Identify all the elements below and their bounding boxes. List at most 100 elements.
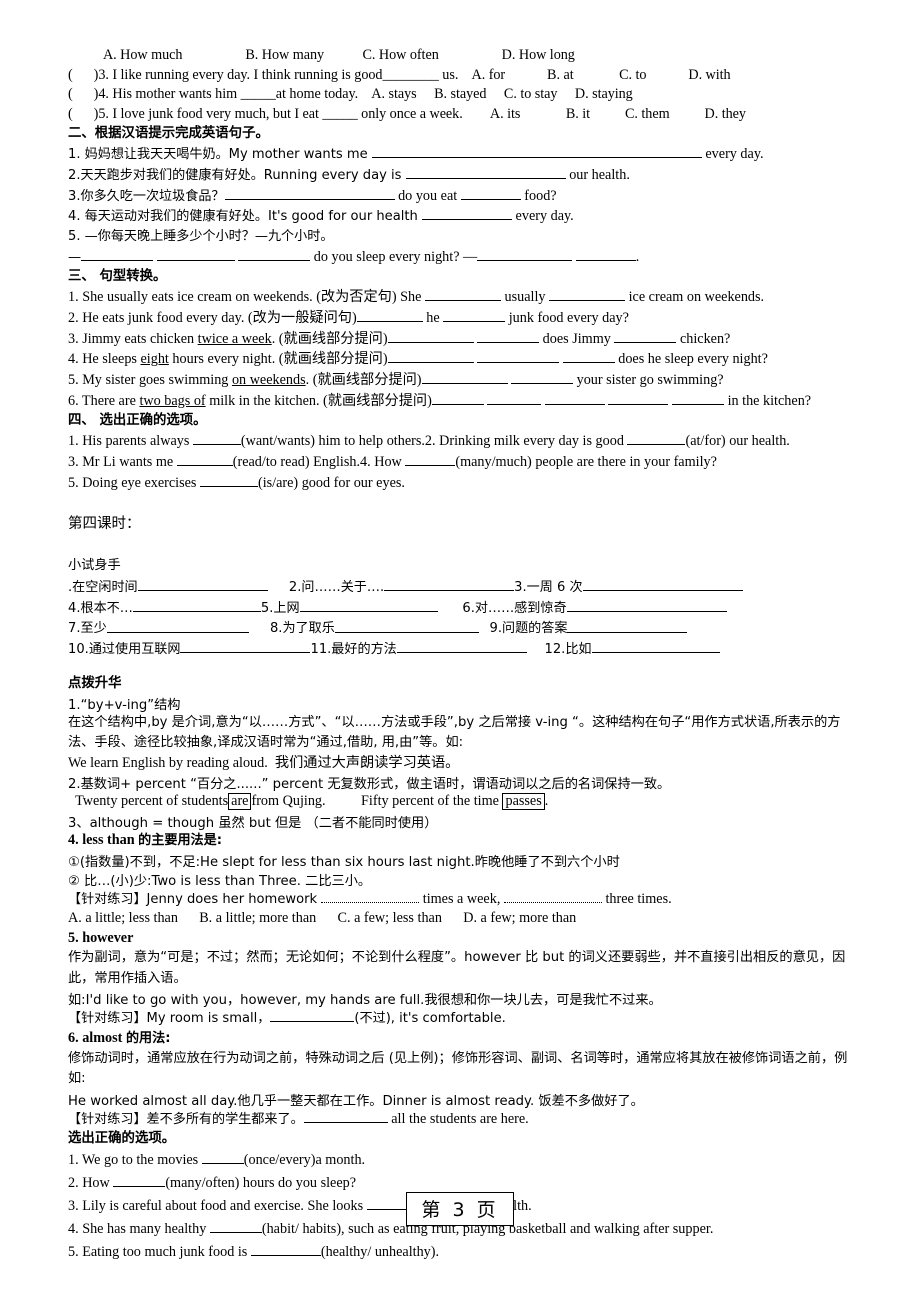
blank[interactable]	[113, 1173, 166, 1188]
q3-text-c: food?	[520, 187, 557, 204]
blank[interactable]	[156, 247, 235, 261]
blank[interactable]	[591, 639, 720, 654]
blank[interactable]	[176, 452, 233, 466]
blank[interactable]	[387, 349, 474, 364]
mc-q4: ( )4. His mother wants him _____at home …	[68, 86, 633, 103]
prac-a: 【针对练习】差不多所有的学生都来了。	[68, 1111, 304, 1127]
blank[interactable]	[562, 349, 615, 364]
blank[interactable]	[81, 247, 154, 261]
blank[interactable]	[224, 186, 395, 200]
tips-item6-body: 修饰动词时，通常应放在行为动词之前，特殊动词之后 (见上例)；修饰形容词、副词、…	[68, 1050, 848, 1087]
blank[interactable]	[575, 247, 636, 261]
blank[interactable]	[566, 598, 727, 612]
blank[interactable]	[180, 639, 311, 654]
warmup-item-7: 7.至少	[68, 621, 107, 637]
q5-text-c: .	[635, 248, 640, 265]
blank[interactable]	[387, 329, 474, 343]
blank[interactable]	[460, 186, 521, 200]
blank[interactable]	[303, 1109, 388, 1123]
boxed-passes: passes	[502, 793, 545, 811]
blank[interactable]	[299, 598, 438, 612]
blank[interactable]	[192, 431, 241, 446]
q2-b: he	[422, 309, 444, 326]
q1-b: (want/wants) him to help others.2. Drink…	[240, 433, 628, 450]
q1-text-b: every day.	[701, 146, 764, 163]
blank[interactable]	[477, 247, 573, 261]
q2-text-b: our health.	[565, 167, 630, 184]
q3-underlined: twice a week	[197, 330, 272, 347]
q5-line1: 5. —你每天晚上睡多少个小时？—九个小时。	[68, 229, 334, 244]
blank[interactable]	[270, 1008, 355, 1023]
q5-b: (healthy/ unhealthy).	[320, 1244, 440, 1261]
blank[interactable]	[672, 391, 725, 405]
blank[interactable]	[334, 618, 479, 633]
blank[interactable]	[321, 889, 420, 903]
blank[interactable]	[511, 370, 574, 384]
blank[interactable]	[199, 473, 258, 487]
q3-c: (many/much) people are there in your fam…	[455, 453, 717, 470]
blank[interactable]	[431, 391, 484, 405]
blank[interactable]	[356, 308, 423, 322]
blank[interactable]	[422, 206, 512, 221]
blank[interactable]	[582, 577, 743, 592]
q3-text-a: 3.你多久吃一次垃圾食品？	[68, 188, 225, 204]
section-two-heading: 二、根据汉语提示完成英语句子。	[68, 126, 269, 142]
blank[interactable]	[487, 391, 542, 405]
section-three-heading: 三、 句型转换。	[68, 269, 167, 285]
q6-c: in the kitchen?	[724, 392, 812, 409]
warmup-row-1: .在空闲时间 2.问……关于…. 3.一周 6 次	[68, 577, 860, 598]
warmup-item-2: 2.问……关于….	[288, 580, 385, 596]
blank[interactable]	[608, 391, 669, 405]
blank[interactable]	[614, 329, 677, 343]
blank[interactable]	[477, 329, 540, 343]
tips-item4-p1: ①(指数量)不到，不足:He slept for less than six h…	[68, 854, 620, 870]
blank[interactable]	[443, 308, 506, 322]
q3-b: (read/to read) English.4. How	[232, 453, 406, 470]
blank[interactable]	[544, 391, 605, 405]
tips-item2-example: Twenty percent of students are from Qujing…	[68, 792, 860, 812]
section-four-heading: 四、 选出正确的选项。	[68, 413, 207, 429]
blank[interactable]	[477, 349, 560, 364]
blank[interactable]	[201, 1150, 244, 1165]
q2-c: junk food every day?	[505, 309, 629, 326]
ex-c: .	[544, 793, 549, 810]
section-four-q1: 1. His parents always (want/wants) him t…	[68, 431, 860, 452]
blank[interactable]	[137, 577, 268, 592]
blank[interactable]	[567, 618, 688, 633]
blank[interactable]	[627, 431, 686, 446]
q3-d: chicken?	[676, 330, 731, 347]
blank[interactable]	[503, 889, 602, 903]
section-four-q3: 3. Mr Li wants me (read/to read) English…	[68, 452, 860, 473]
blank[interactable]	[424, 287, 501, 302]
blank[interactable]	[238, 247, 311, 261]
blank[interactable]	[549, 287, 626, 302]
q2-text-a: 2.天天跑步对我们的健康有好处。Running every day is	[68, 168, 406, 184]
blank[interactable]	[405, 165, 566, 180]
warmup-item-3: 3.一周 6 次	[514, 580, 583, 596]
lesson-four-title: 第四课时：	[68, 516, 141, 533]
prac-b: (不过), it's comfortable.	[354, 1011, 506, 1027]
blank[interactable]	[405, 452, 456, 466]
item6-bold: 6. almost	[68, 1030, 126, 1047]
blank[interactable]	[371, 144, 702, 159]
blank[interactable]	[250, 1242, 321, 1257]
q5-b: (is/are) good for our eyes.	[257, 474, 405, 491]
blank[interactable]	[132, 598, 261, 612]
tips-item5-body: 作为副词，意为“可是；不过；然而；无论如何；不论到什么程度”。however 比…	[68, 950, 846, 986]
q3-b: . (就画线部分提问)	[271, 330, 388, 347]
blank[interactable]	[106, 618, 249, 633]
tips-item1-body: 在这个结构中,by 是介词,意为“以……方式”、“以……方法或手段”,by 之后…	[68, 714, 841, 751]
blank[interactable]	[384, 577, 515, 592]
blank[interactable]	[421, 370, 508, 384]
q5-text-b: do you sleep every night? —	[310, 248, 478, 265]
q5-a: 5. My sister goes swimming	[68, 371, 232, 388]
document-page: A. How much B. How many C. How often D. …	[0, 0, 920, 1302]
q3-a: 3. Mr Li wants me	[68, 453, 177, 470]
blank[interactable]	[396, 639, 527, 654]
tips-item1-example: We learn English by reading aloud. 我们通过大…	[68, 754, 460, 771]
q5-b: . (就画线部分提问)	[305, 371, 422, 388]
q1-c: ice cream on weekends.	[625, 289, 765, 306]
q5-c: your sister go swimming?	[573, 371, 724, 388]
mc-q3: ( )3. I like running every day. I think …	[68, 66, 731, 83]
q1-a: 1. His parents always	[68, 433, 193, 450]
